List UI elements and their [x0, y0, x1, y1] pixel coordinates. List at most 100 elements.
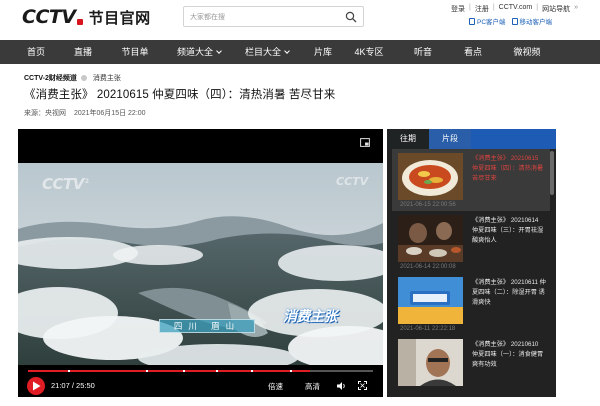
- app-links: PC客户端 移动客户端: [469, 16, 552, 26]
- nav-label: 看点: [463, 47, 482, 57]
- episode-date: 2021-06-15 22:00:56: [400, 202, 456, 208]
- nav-label: 节目单: [121, 47, 149, 57]
- top-links: 登录 | 注册 | CCTV.com | 网站导航 »: [451, 4, 578, 14]
- progress-marker: [68, 370, 70, 372]
- mobile-client-link[interactable]: 移动客户端: [511, 16, 553, 26]
- publish-date: 2021年06月15日 22:00: [73, 110, 146, 117]
- nav-label: 首页: [26, 47, 45, 57]
- episode-list: 《消费主张》 20210615 仲夏四味（四）：清热消暑 苦尽甘来 2021-0…: [387, 149, 556, 397]
- nav-item-4k[interactable]: 4K专区: [345, 40, 393, 64]
- progress-marker: [183, 370, 185, 372]
- nav-label: 微视频: [513, 47, 541, 57]
- logo-red-dot: [76, 19, 83, 25]
- play-icon: [33, 381, 41, 391]
- episode-date: 2021-06-11 22:22:18: [400, 326, 456, 332]
- playlist-tabs: 往期 片段: [387, 129, 556, 149]
- episode-thumbnail: [398, 339, 463, 386]
- tab-past-episodes[interactable]: 往期: [387, 129, 429, 149]
- scrollbar[interactable]: [550, 151, 554, 195]
- chevron-down-icon: [284, 48, 290, 54]
- watermark-text: CCTV: [42, 175, 84, 193]
- mobile-client-label: 移动客户端: [519, 19, 553, 26]
- video-frame[interactable]: CCTV2 CCTV 四川 眉山 消费主张: [18, 163, 383, 365]
- nav-item-audio[interactable]: 听音: [405, 40, 441, 64]
- progress-bar[interactable]: [28, 370, 373, 372]
- nav-item-micro-video[interactable]: 微视频: [505, 40, 549, 64]
- nav-label: 4K专区: [354, 47, 384, 57]
- dining-thumbnail-image: [398, 215, 463, 262]
- nav-label: 直播: [73, 47, 92, 57]
- nav-label: 听音: [413, 47, 432, 57]
- logo-cctv-text: CCTV: [22, 6, 76, 28]
- video-frame-image: [18, 163, 383, 365]
- login-link[interactable]: 登录: [451, 4, 465, 14]
- site-nav-link[interactable]: 网站导航: [542, 4, 570, 14]
- pc-client-link[interactable]: PC客户端: [469, 16, 506, 26]
- person-thumbnail-image: [398, 339, 463, 386]
- episode-date: 2021-06-14 22:00:08: [400, 264, 456, 270]
- nav-item-home[interactable]: 首页: [16, 40, 56, 64]
- search-icon[interactable]: [345, 11, 357, 23]
- location-caption: 四川 眉山: [159, 319, 255, 333]
- video-meta: 来源：央视网 2021年06月15日 22:00: [24, 108, 146, 118]
- top-header: CCTV 节目官网 登录 | 注册 | CCTV.com | 网站导航 » PC…: [0, 0, 600, 40]
- tab-clips[interactable]: 片段: [429, 129, 471, 149]
- fullscreen-icon[interactable]: [358, 381, 367, 390]
- episode-thumbnail: [398, 215, 463, 262]
- nav-item-schedule[interactable]: 节目单: [113, 40, 157, 64]
- list-item[interactable]: 《消费主张》 20210611 仲夏四味（二）：除湿开胃 诱滑爽快 2021-0…: [392, 273, 550, 335]
- breadcrumb-show[interactable]: 消费主张: [93, 73, 121, 83]
- list-item[interactable]: 《消费主张》 20210614 仲夏四味（三）：开胃祛湿 酸爽怡人 2021-0…: [392, 211, 550, 273]
- list-item[interactable]: 《消费主张》 20210610 仲夏四味（一）：消食健胃 爽有功效: [392, 335, 550, 397]
- cctv-com-link[interactable]: CCTV.com: [499, 4, 533, 14]
- playlist-panel: 往期 片段 《消费主张》 20210615 仲夏四味（四）：清热消暑 苦尽甘来 …: [387, 129, 556, 397]
- nav-item-live[interactable]: 直播: [63, 40, 103, 64]
- episode-thumbnail: [398, 277, 463, 324]
- search-input[interactable]: [190, 10, 340, 24]
- watermark-channel: 2: [84, 178, 89, 185]
- arrow-circle-icon: [80, 75, 87, 81]
- search-box: [183, 6, 364, 27]
- show-logo: 消费主张: [283, 309, 338, 325]
- nav-item-highlights[interactable]: 看点: [455, 40, 491, 64]
- episode-thumbnail: [398, 153, 463, 200]
- nav-label: 片库: [313, 47, 332, 57]
- chevron-down-icon: [216, 48, 222, 54]
- nav-item-channels[interactable]: 频道大全: [169, 40, 229, 64]
- video-player[interactable]: CCTV2 CCTV 四川 眉山 消费主张 21:07 / 25:50 倍速 高…: [18, 129, 383, 397]
- main-nav: 首页 直播 节目单 频道大全 栏目大全 片库 4K专区 听音 看点 微视频: [0, 40, 600, 64]
- logo-subtitle: 节目官网: [88, 8, 151, 27]
- time-display: 21:07 / 25:50: [51, 381, 95, 390]
- episode-title: 《消费主张》 20210614 仲夏四味（三）：开胃祛湿 酸爽怡人: [472, 217, 544, 244]
- episode-title: 《消费主张》 20210615 仲夏四味（四）：清热消暑 苦尽甘来: [472, 154, 546, 184]
- nav-item-programs[interactable]: 栏目大全: [237, 40, 297, 64]
- progress-marker: [290, 370, 292, 372]
- food-thumbnail-image: [398, 153, 463, 200]
- monitor-icon: [469, 18, 475, 25]
- cctv-logo[interactable]: CCTV 节目官网: [22, 6, 151, 28]
- breadcrumb: CCTV-2财经频道 消费主张: [24, 73, 121, 83]
- play-button[interactable]: [27, 377, 45, 395]
- quality-button[interactable]: 高清: [305, 381, 320, 392]
- progress-marker: [216, 370, 218, 372]
- episode-title: 《消费主张》 20210610 仲夏四味（一）：消食健胃 爽有功效: [472, 341, 544, 368]
- player-controls: 21:07 / 25:50 倍速 高清: [18, 376, 383, 397]
- episode-title: 《消费主张》 20210611 仲夏四味（二）：除湿开胃 诱滑爽快: [472, 279, 546, 306]
- volume-icon[interactable]: [336, 381, 346, 391]
- cctv-watermark-right: CCTV: [336, 175, 369, 188]
- nav-label: 频道大全: [176, 47, 213, 57]
- progress-marker: [251, 370, 253, 372]
- pc-client-label: PC客户端: [477, 19, 506, 26]
- nav-label: 栏目大全: [244, 47, 281, 57]
- nav-item-library[interactable]: 片库: [305, 40, 341, 64]
- breadcrumb-channel[interactable]: CCTV-2财经频道: [24, 73, 77, 83]
- progress-marker: [146, 370, 148, 372]
- list-item[interactable]: 《消费主张》 20210615 仲夏四味（四）：清热消暑 苦尽甘来 2021-0…: [392, 149, 550, 211]
- cctv-watermark: CCTV2: [42, 175, 89, 193]
- speed-button[interactable]: 倍速: [268, 381, 283, 392]
- register-link[interactable]: 注册: [475, 4, 489, 14]
- source-label: 来源：央视网: [24, 110, 66, 117]
- more-arrow-icon[interactable]: »: [574, 4, 578, 14]
- picture-in-picture-icon[interactable]: [360, 138, 370, 147]
- page-title: 《消费主张》 20210615 仲夏四味（四）：清热消暑 苦尽甘来: [24, 89, 336, 101]
